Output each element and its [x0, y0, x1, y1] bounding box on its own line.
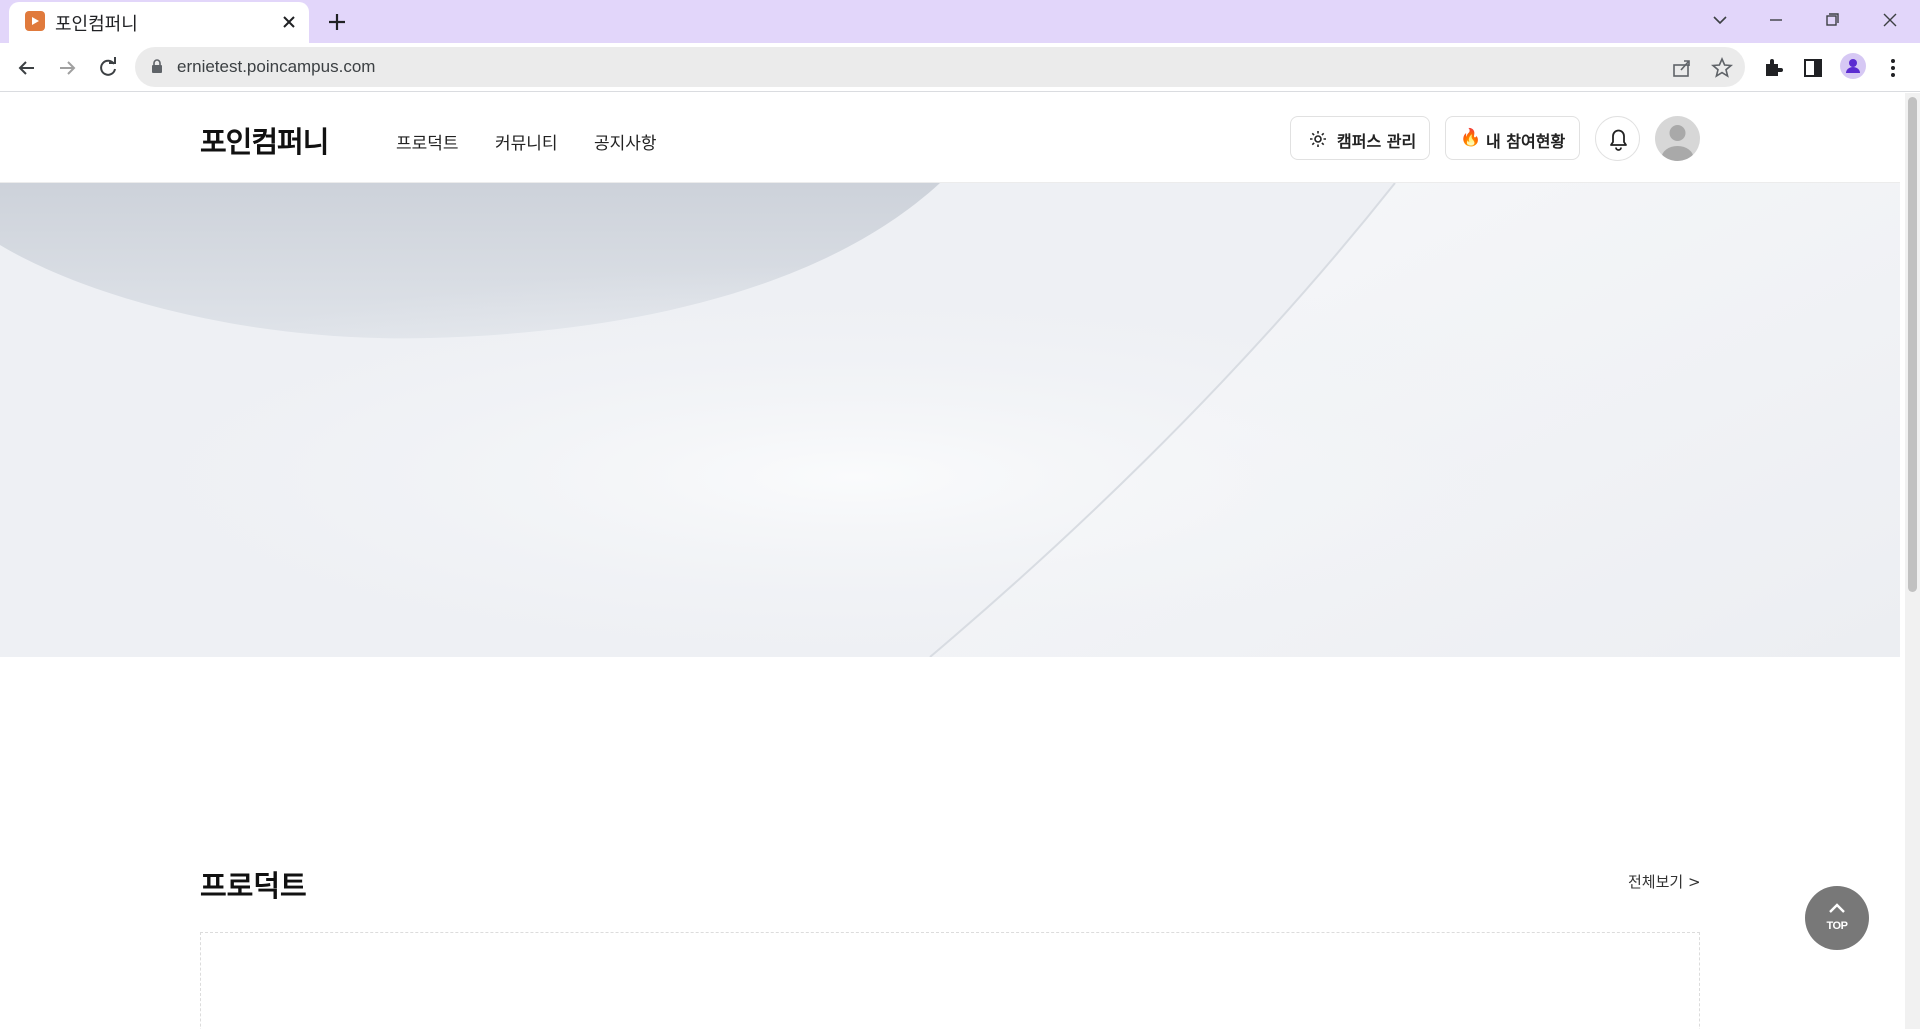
chevron-up-icon: [1827, 900, 1847, 919]
browser-toolbar: ernietest.poincampus.com: [0, 43, 1920, 92]
view-all-link[interactable]: 전체보기 >: [1628, 871, 1701, 892]
product-list-container: [200, 932, 1700, 1029]
top-button-label: TOP: [1826, 920, 1848, 932]
tab-title: 포인컴퍼니: [55, 14, 138, 35]
back-icon[interactable]: [14, 55, 40, 81]
forward-icon[interactable]: [54, 55, 80, 81]
nav-community[interactable]: 커뮤니티: [495, 129, 558, 154]
favicon-icon: [25, 11, 45, 31]
site-logo[interactable]: 포인컴퍼니: [200, 119, 329, 161]
scrollbar-thumb[interactable]: [1908, 97, 1917, 592]
side-panel-icon[interactable]: [1800, 55, 1826, 81]
browser-tabstrip: 포인컴퍼니: [0, 0, 1920, 43]
site-header: 포인컴퍼니 프로덕트 커뮤니티 공지사항 캠퍼스 관리 🔥 내 참여현황: [0, 93, 1900, 183]
minimize-icon[interactable]: [1762, 8, 1790, 32]
user-avatar-icon[interactable]: [1655, 116, 1700, 161]
campus-admin-button[interactable]: 캠퍼스 관리: [1290, 116, 1430, 160]
campus-admin-label: 캠퍼스 관리: [1337, 132, 1417, 151]
browser-tab[interactable]: 포인컴퍼니: [9, 2, 309, 43]
close-tab-icon[interactable]: [279, 12, 299, 32]
share-icon[interactable]: [1670, 56, 1694, 80]
browser-menu-icon[interactable]: [1880, 55, 1906, 81]
bookmark-star-icon[interactable]: [1710, 56, 1734, 80]
reload-icon[interactable]: [95, 55, 121, 81]
profile-avatar-icon[interactable]: [1840, 53, 1866, 79]
products-section-title: 프로덕트: [200, 869, 307, 903]
notification-bell-icon[interactable]: [1595, 116, 1640, 161]
page-scrollbar[interactable]: [1905, 93, 1920, 1029]
scroll-to-top-button[interactable]: TOP: [1805, 886, 1869, 950]
lock-icon: [151, 59, 163, 78]
extensions-icon[interactable]: [1760, 55, 1786, 81]
gear-icon: [1308, 129, 1328, 153]
page-content: 포인컴퍼니 프로덕트 커뮤니티 공지사항 캠퍼스 관리 🔥 내 참여현황 프로덕…: [0, 93, 1920, 1029]
nav-products[interactable]: 프로덕트: [396, 129, 459, 154]
close-window-icon[interactable]: [1876, 8, 1904, 32]
my-participation-button[interactable]: 🔥 내 참여현황: [1445, 116, 1580, 160]
tab-search-icon[interactable]: [1706, 8, 1734, 32]
nav-notices[interactable]: 공지사항: [594, 129, 657, 154]
url-text: ernietest.poincampus.com: [177, 57, 376, 76]
restore-icon[interactable]: [1818, 8, 1846, 32]
my-participation-label: 내 참여현황: [1486, 132, 1566, 151]
address-bar[interactable]: ernietest.poincampus.com: [135, 47, 1745, 87]
fire-icon: 🔥: [1460, 128, 1482, 148]
hero-banner: [0, 183, 1900, 657]
new-tab-icon[interactable]: [325, 10, 349, 34]
